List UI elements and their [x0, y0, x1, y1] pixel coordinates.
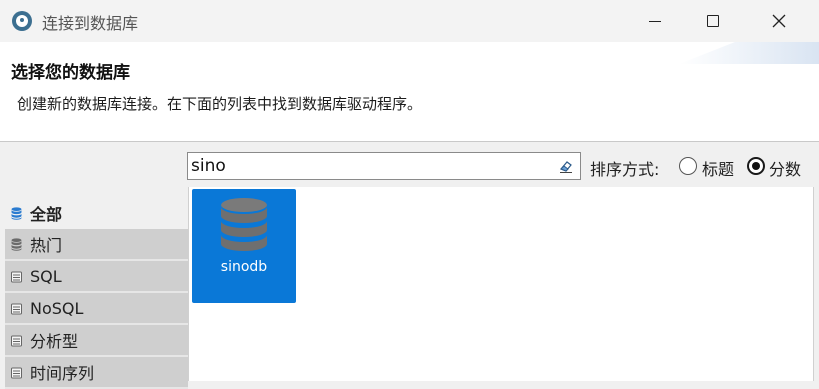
- category-item-all[interactable]: 全部: [5, 197, 188, 229]
- app-logo-icon: [12, 11, 32, 31]
- category-label: 热门: [30, 236, 63, 255]
- database-icon: [11, 271, 22, 282]
- search-input[interactable]: [191, 155, 551, 177]
- page-title: 选择您的数据库: [11, 63, 130, 83]
- sort-by-score-radio[interactable]: [747, 157, 765, 175]
- title-bar: 连接到数据库: [0, 0, 819, 42]
- window-title: 连接到数据库: [42, 14, 139, 33]
- minimize-button[interactable]: [626, 0, 684, 42]
- header-decoration: [679, 42, 819, 64]
- database-icon: [11, 303, 22, 314]
- maximize-button[interactable]: [684, 0, 742, 42]
- category-label: NoSQL: [30, 298, 84, 318]
- category-item-timeseries[interactable]: 时间序列: [5, 357, 188, 389]
- sort-label: 排序方式:: [590, 160, 660, 179]
- sort-by-score-label[interactable]: 分数: [769, 156, 801, 180]
- close-icon: [772, 14, 786, 28]
- category-label: 分析型: [30, 332, 79, 351]
- maximize-icon: [707, 15, 719, 27]
- search-field[interactable]: [187, 152, 581, 180]
- category-label: SQL: [30, 266, 62, 286]
- database-stack-icon: [11, 237, 22, 251]
- database-icon: [11, 335, 22, 346]
- driver-results-grid: sinodb: [188, 187, 814, 381]
- category-item-sql[interactable]: SQL: [5, 261, 188, 293]
- category-item-analytical[interactable]: 分析型: [5, 325, 188, 357]
- category-label: 时间序列: [30, 364, 95, 383]
- close-button[interactable]: [750, 0, 808, 42]
- database-icon: [11, 367, 22, 378]
- driver-tile-label: sinodb: [220, 259, 268, 275]
- category-list: 全部 热门 SQL NoSQL 分析型 时间序列: [5, 197, 188, 389]
- clear-search-icon[interactable]: [558, 158, 574, 174]
- sort-by-title-radio[interactable]: [679, 157, 697, 175]
- wizard-header: 选择您的数据库 创建新的数据库连接。在下面的列表中找到数据库驱动程序。: [0, 42, 819, 142]
- database-cylinder-icon: [221, 198, 267, 251]
- category-item-nosql[interactable]: NoSQL: [5, 293, 188, 325]
- page-description: 创建新的数据库连接。在下面的列表中找到数据库驱动程序。: [17, 95, 423, 113]
- database-stack-icon: [11, 206, 22, 220]
- driver-tile-sinodb[interactable]: sinodb: [192, 189, 296, 303]
- category-label: 全部: [30, 205, 63, 224]
- sort-by-title-label[interactable]: 标题: [702, 156, 734, 180]
- category-item-popular[interactable]: 热门: [5, 229, 188, 261]
- minimize-icon: [649, 20, 661, 22]
